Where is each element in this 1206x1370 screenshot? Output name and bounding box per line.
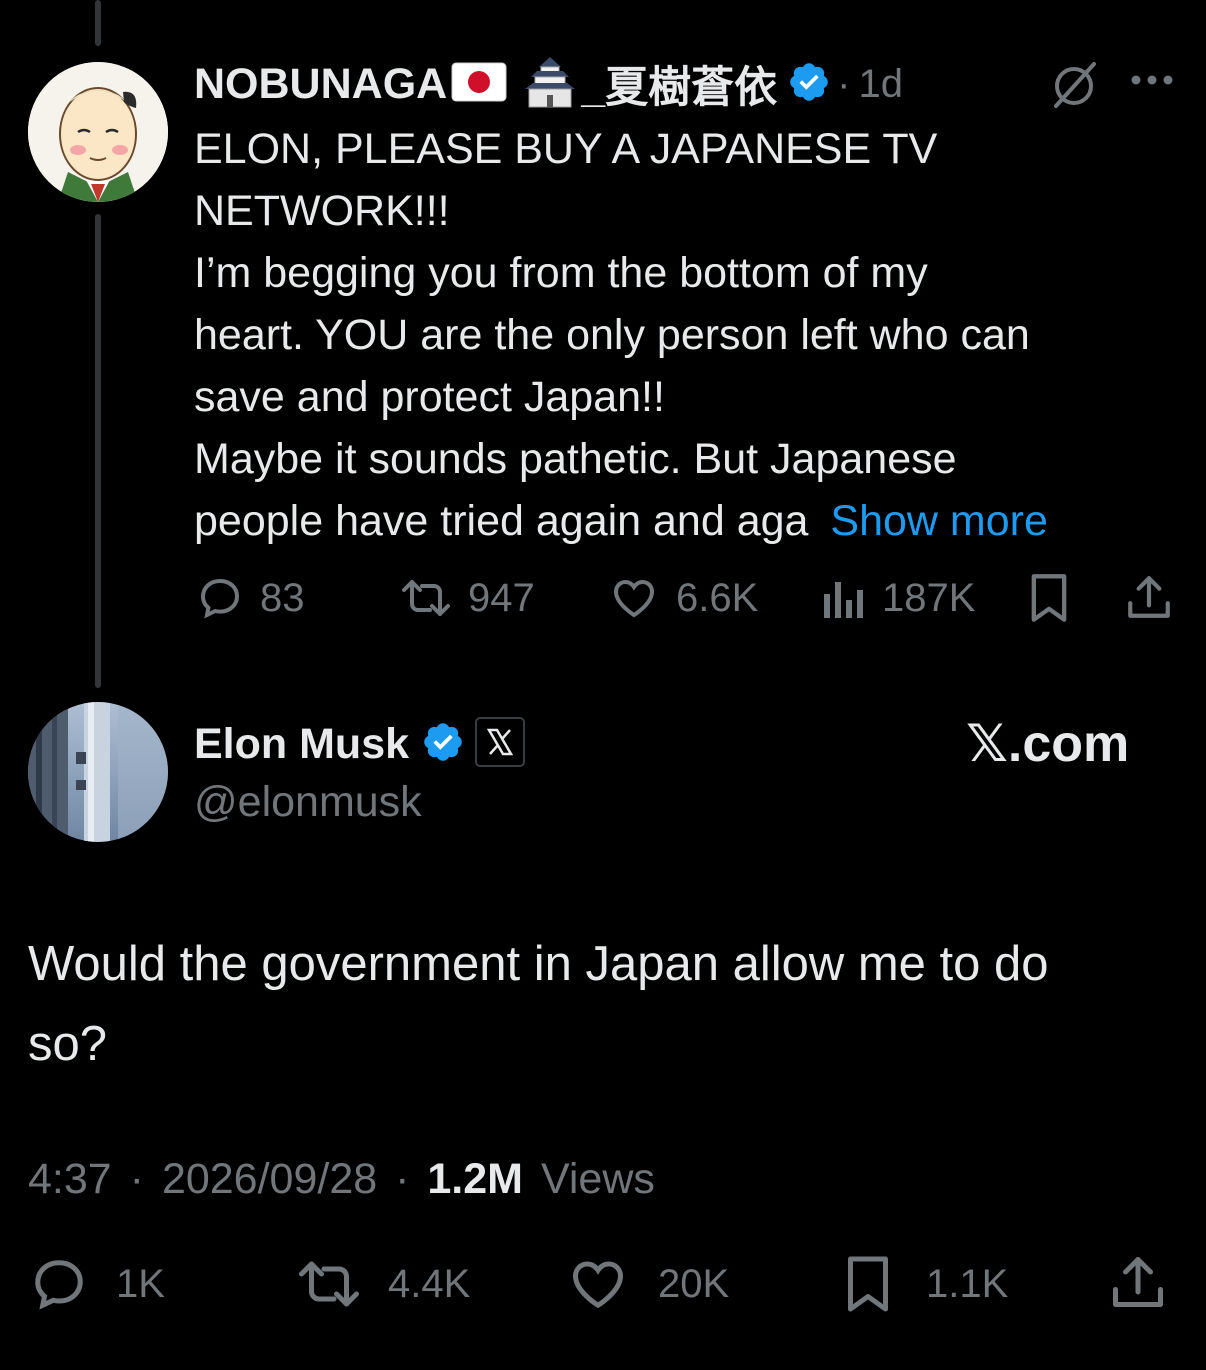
reply-text-line: ELON, PLEASE BUY A JAPANESE TV — [194, 125, 938, 173]
x-affiliation-badge-icon — [475, 716, 526, 772]
reply-text-line: save and protect Japan!! — [194, 373, 665, 421]
main-handle[interactable]: @elonmusk — [194, 774, 422, 830]
views-count: 187K — [882, 575, 976, 620]
main-reply-button[interactable]: 1K — [28, 1254, 165, 1314]
repost-icon — [299, 1261, 359, 1307]
main-views-count[interactable]: 1.2M — [427, 1155, 523, 1203]
views-icon — [824, 582, 863, 618]
main-text: Would the government in Japan allow me t… — [28, 924, 1188, 1084]
share-icon — [1113, 1257, 1163, 1307]
main-display-name[interactable]: Elon Musk — [194, 720, 409, 769]
main-reply-count: 1K — [116, 1261, 165, 1306]
views-button[interactable]: 187K — [820, 574, 975, 622]
main-date[interactable]: 2026/09/28 — [162, 1155, 377, 1203]
main-share-button[interactable] — [1108, 1252, 1168, 1312]
main-like-count: 20K — [658, 1261, 730, 1306]
reply-name-suffix[interactable]: _夏樹蒼依 — [581, 53, 777, 115]
main-time[interactable]: 4:37 — [28, 1155, 112, 1203]
x-logo-icon: 𝕏.com — [966, 715, 1130, 773]
share-button[interactable] — [1124, 572, 1174, 622]
repost-icon — [402, 580, 450, 616]
like-icon — [572, 1261, 624, 1309]
reply-time-sep: · — [837, 61, 851, 106]
like-count: 6.6K — [676, 575, 759, 620]
main-header: Elon Musk — [194, 716, 526, 772]
avatar-nobunaga[interactable] — [28, 62, 168, 202]
meta-sep: · — [395, 1155, 410, 1203]
repost-count: 947 — [468, 575, 535, 620]
reply-icon — [35, 1260, 83, 1310]
reply-text-line: heart. YOU are the only person left who … — [194, 311, 1030, 359]
like-icon — [613, 579, 655, 618]
like-button[interactable]: 6.6K — [608, 574, 758, 622]
more-icon[interactable] — [1130, 70, 1174, 95]
main-text-line: Would the government in Japan allow me t… — [28, 937, 1049, 991]
reply-button[interactable]: 83 — [196, 574, 305, 622]
bookmark-icon — [848, 1256, 888, 1312]
bookmark-button[interactable] — [1026, 572, 1072, 624]
meta-sep: · — [129, 1155, 144, 1203]
samurai-avatar-icon — [28, 62, 168, 202]
avatar-elonmusk[interactable] — [28, 702, 168, 842]
reply-text-last-line: people have tried again and aga Show mor… — [194, 490, 1164, 552]
reply-text-line: NETWORK!!! — [194, 187, 450, 235]
main-repost-button[interactable]: 4.4K — [294, 1254, 470, 1314]
japan-flag-icon — [451, 62, 507, 107]
show-more-link[interactable]: Show more — [830, 497, 1047, 545]
reply-time[interactable]: 1d — [858, 62, 903, 107]
thread-line — [95, 214, 101, 688]
reply-text-line: Maybe it sounds pathetic. But Japanese — [194, 435, 957, 483]
thread-line-top — [95, 0, 101, 46]
reply-header: NOBUNAGA _夏樹蒼依 · 1d — [194, 56, 903, 112]
reply-text-truncated: people have tried again and aga — [194, 497, 809, 545]
repost-button[interactable]: 947 — [398, 574, 535, 622]
bookmark-icon — [1031, 574, 1067, 622]
main-text-line: so? — [28, 1017, 108, 1071]
reply-count: 83 — [260, 575, 305, 620]
castle-icon — [521, 55, 579, 114]
reply-text-line: I’m begging you from the bottom of my — [194, 249, 928, 297]
share-icon — [1128, 576, 1170, 618]
main-like-button[interactable]: 20K — [566, 1254, 729, 1314]
reply-display-name[interactable]: NOBUNAGA — [194, 60, 447, 109]
rocket-avatar-icon — [28, 702, 168, 842]
main-bookmark-button[interactable]: 1.1K — [842, 1254, 1008, 1314]
reply-icon — [200, 578, 240, 619]
grok-icon[interactable] — [1048, 58, 1100, 115]
main-repost-count: 4.4K — [388, 1261, 471, 1306]
reply-text: ELON, PLEASE BUY A JAPANESE TV NETWORK!!… — [194, 118, 1164, 552]
verified-badge-icon — [421, 720, 465, 769]
main-views-label[interactable]: Views — [541, 1155, 655, 1203]
verified-badge-icon — [787, 60, 831, 109]
main-bookmark-count: 1.1K — [926, 1261, 1009, 1306]
main-meta: 4:37 · 2026/09/28 · 1.2M Views — [28, 1152, 655, 1206]
